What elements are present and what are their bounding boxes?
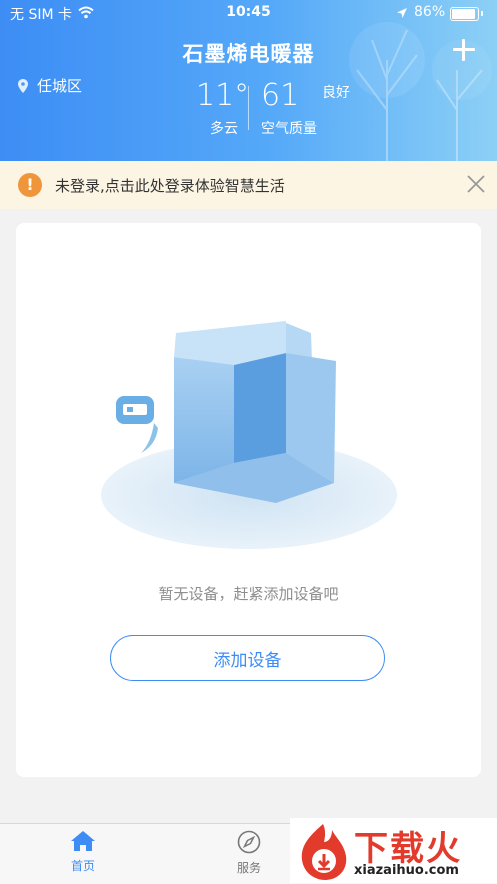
location-pin-icon [18, 78, 28, 93]
device-card: 暂无设备，赶紧添加设备吧 添加设备 [16, 223, 481, 777]
watermark: 下载火 xiazaihuo.com [290, 818, 497, 883]
aqi-value: 61 [261, 78, 300, 113]
divider [248, 86, 249, 130]
watermark-url: xiazaihuo.com [354, 863, 459, 878]
add-device-button[interactable]: 添加设备 [110, 635, 385, 681]
add-button[interactable] [450, 36, 478, 64]
aqi-level: 良好 [322, 85, 350, 101]
tab-home-label: 首页 [70, 859, 95, 873]
battery-icon [450, 7, 483, 21]
empty-box-illustration [101, 321, 397, 549]
notice-text: 未登录,点击此处登录体验智慧生活 [55, 177, 285, 195]
weather-label: 多云 [210, 121, 238, 137]
location-selector[interactable]: 任城区 [18, 75, 82, 96]
temperature-value: 11° [196, 78, 250, 113]
page-title: 石墨烯电暖器 [182, 42, 315, 66]
tab-home[interactable]: 首页 [43, 830, 123, 874]
warning-icon: ! [18, 173, 42, 197]
location-arrow-icon [397, 8, 407, 18]
header: 无 SIM 卡 10:45 86% 石墨烯电暖器 任城区 11° 多云 61 空… [0, 0, 497, 161]
home-icon [71, 831, 95, 851]
status-bar: 无 SIM 卡 10:45 86% [0, 4, 497, 24]
location-label: 任城区 [37, 77, 83, 95]
tab-service-label: 服务 [236, 861, 261, 875]
login-notice[interactable]: ! 未登录,点击此处登录体验智慧生活 [0, 161, 497, 209]
battery-percent: 86% [414, 4, 446, 20]
compass-icon [237, 830, 261, 854]
empty-state-text: 暂无设备，赶紧添加设备吧 [158, 585, 339, 603]
flame-logo-icon [301, 824, 347, 880]
close-icon[interactable] [464, 172, 488, 196]
aqi-label: 空气质量 [261, 121, 317, 137]
tab-service[interactable]: 服务 [209, 830, 289, 876]
